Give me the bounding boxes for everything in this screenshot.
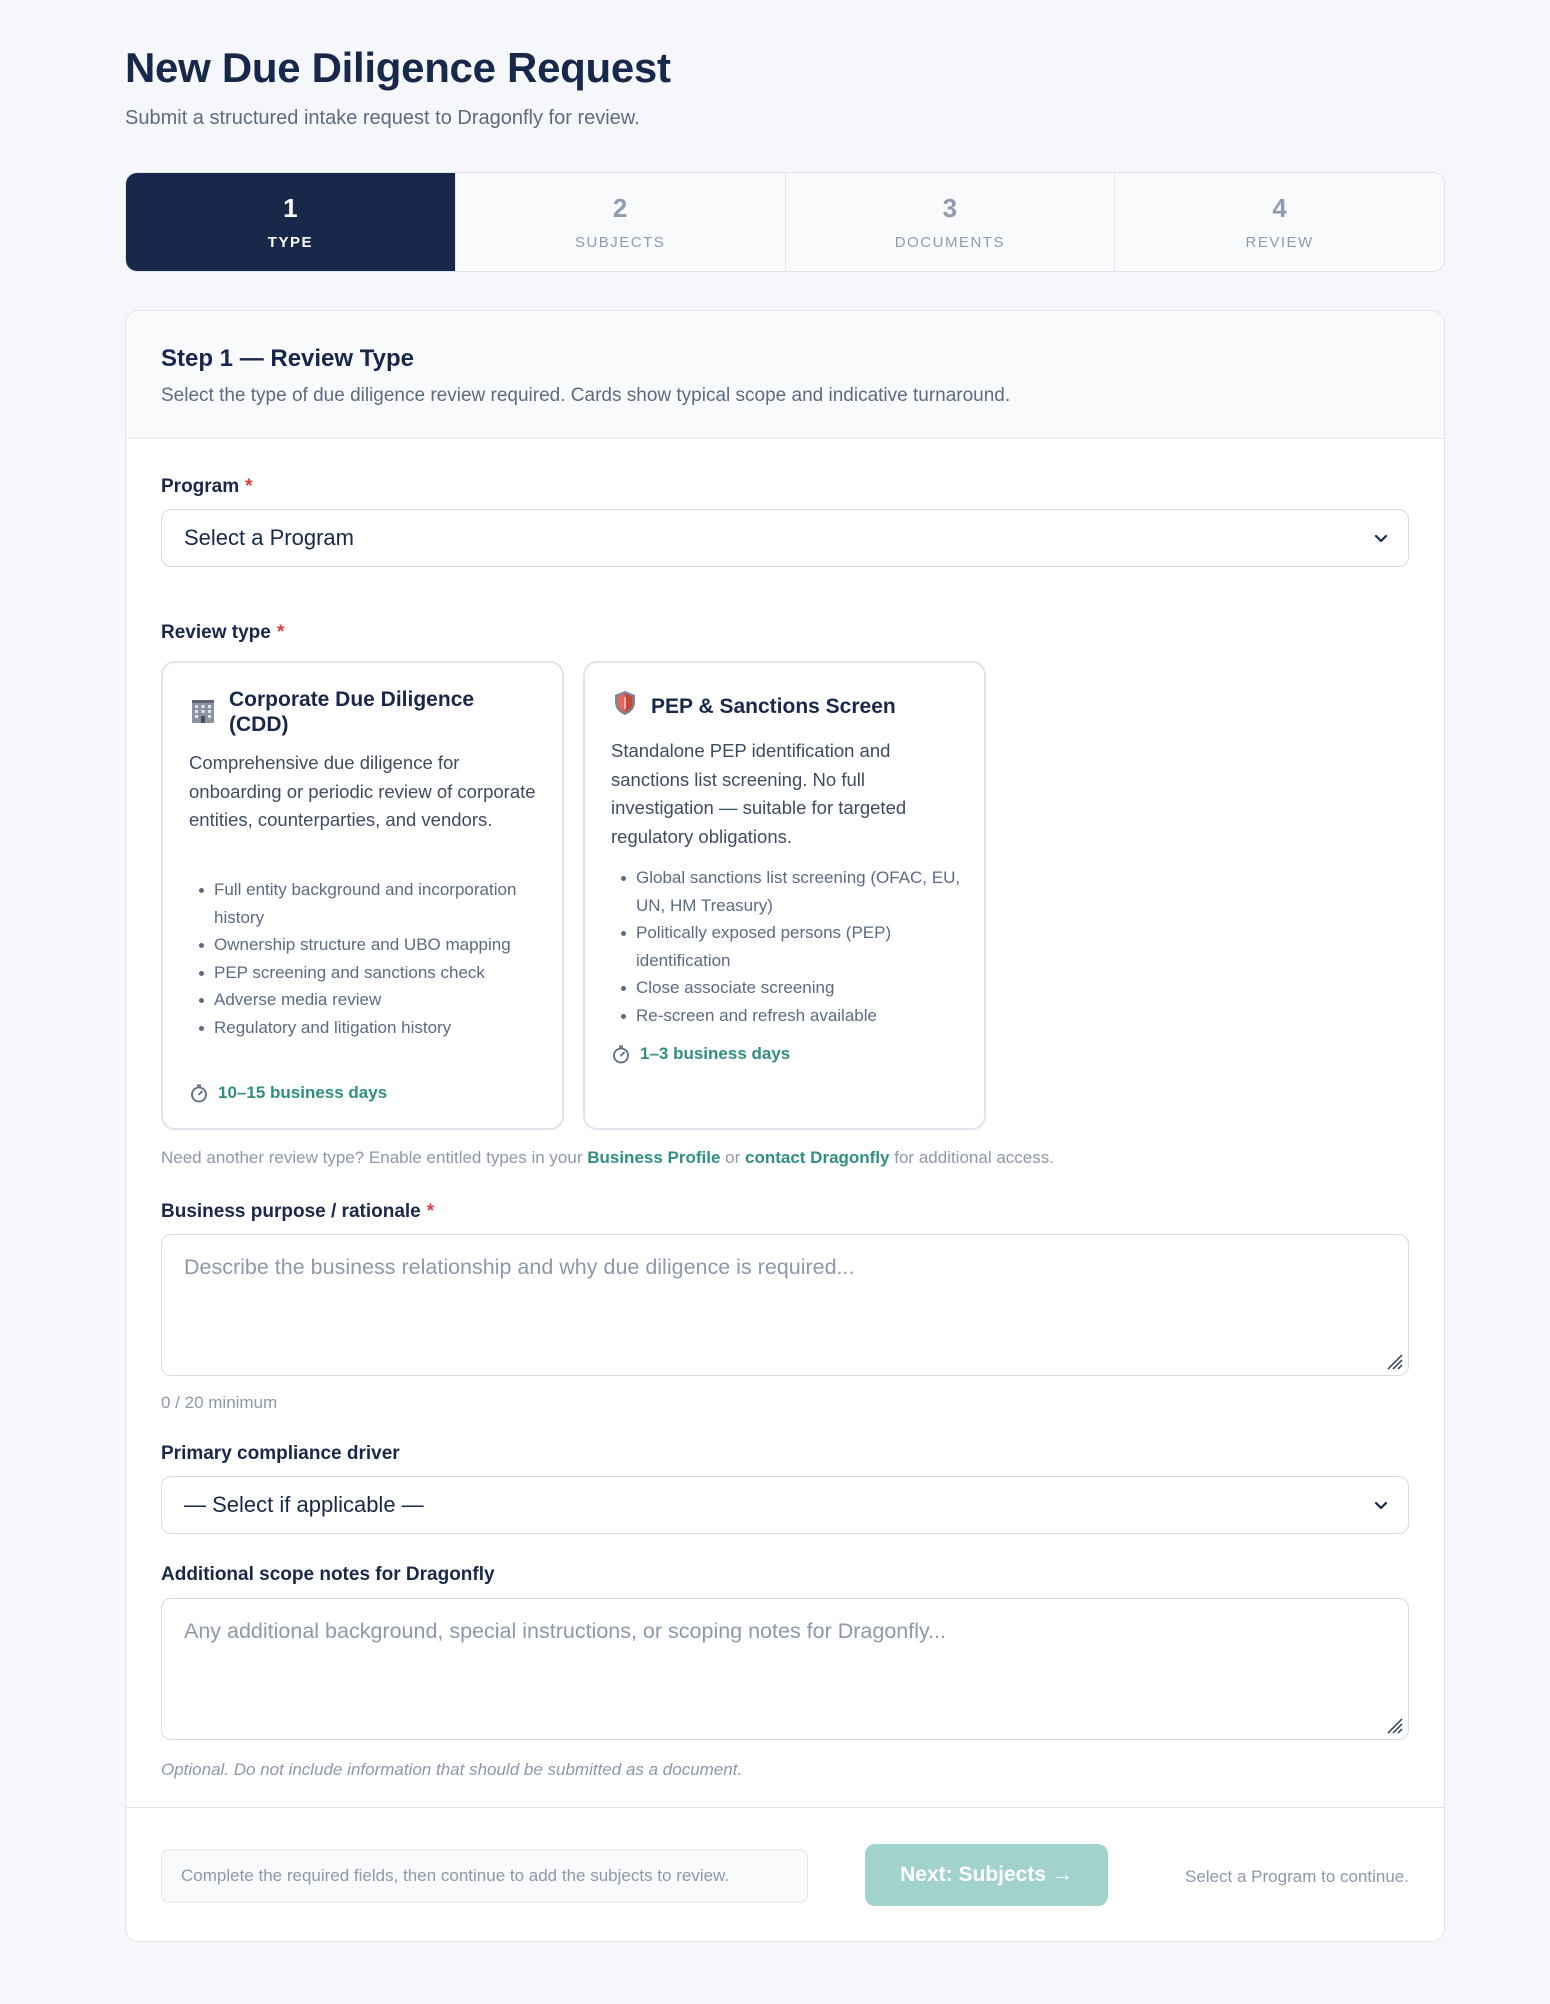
business-purpose-label: Business purpose / rationale * — [161, 1201, 434, 1223]
list-item: Adverse media review — [189, 986, 549, 1014]
step-label: SUBJECTS — [574, 234, 666, 251]
turnaround-text: 1–3 business days — [640, 1044, 791, 1063]
form-panel: Step 1 — Review Type Select the type of … — [125, 310, 1445, 1942]
card-title-line: (CDD) — [229, 713, 289, 736]
compliance-driver-select[interactable]: — Select if applicable — — [161, 1476, 1409, 1534]
step-label: TYPE — [267, 234, 313, 251]
page-subtitle: Submit a structured intake request to Dr… — [125, 107, 640, 129]
business-purpose-label-text: Business purpose / rationale — [161, 1201, 421, 1222]
step-type[interactable]: 1 TYPE — [126, 173, 456, 271]
step-review[interactable]: 4 REVIEW — [1115, 173, 1444, 271]
step-subjects[interactable]: 2 SUBJECTS — [456, 173, 786, 271]
required-mark: * — [426, 1201, 435, 1222]
list-item: Close associate screening — [611, 974, 971, 1002]
footer-divider — [126, 1807, 1444, 1808]
contact-dragonfly-link[interactable]: contact Dragonfly — [745, 1148, 890, 1167]
list-item: Regulatory and litigation history — [189, 1014, 549, 1042]
program-label: Program * — [161, 476, 253, 498]
help-text: or — [720, 1148, 745, 1167]
office-building-icon — [192, 700, 214, 723]
required-mark: * — [276, 622, 285, 643]
review-type-label: Review type * — [161, 622, 284, 644]
footer-hint: Select a Program to continue. — [1185, 1867, 1409, 1886]
next-subjects-button[interactable]: Next: Subjects → — [865, 1844, 1108, 1906]
step-documents[interactable]: 3 DOCUMENTS — [786, 173, 1116, 271]
panel-title: Step 1 — Review Type — [161, 345, 414, 372]
step-label: DOCUMENTS — [894, 234, 1005, 251]
shield-icon — [615, 691, 635, 715]
review-type-help: Need another review type? Enable entitle… — [161, 1148, 1054, 1168]
compliance-driver-label: Primary compliance driver — [161, 1443, 400, 1464]
step-number: 2 — [612, 193, 628, 223]
list-item: PEP screening and sanctions check — [189, 959, 549, 987]
help-text: for additional access. — [889, 1148, 1054, 1167]
step-number: 3 — [942, 193, 958, 223]
scope-notes-placeholder: Any additional background, special instr… — [184, 1619, 947, 1643]
card-description: Comprehensive due diligence for onboardi… — [189, 752, 536, 830]
program-label-text: Program — [161, 476, 240, 497]
card-feature-list: Full entity background and incorporation… — [189, 876, 549, 1041]
resize-handle-icon[interactable] — [1380, 1711, 1404, 1735]
panel-description: Select the type of due diligence review … — [161, 385, 1011, 406]
list-item: Re-screen and refresh available — [611, 1002, 971, 1030]
panel-header: Step 1 — Review Type Select the type of … — [126, 311, 1444, 439]
step-label: REVIEW — [1245, 234, 1314, 251]
chevron-down-icon — [1374, 1501, 1388, 1510]
card-turnaround: 10–15 business days — [189, 1083, 387, 1103]
business-purpose-textarea[interactable]: Describe the business relationship and w… — [161, 1234, 1409, 1376]
scope-notes-label: Additional scope notes for Dragonfly — [161, 1564, 495, 1585]
step-number: 1 — [283, 193, 298, 223]
help-text: Need another review type? Enable entitle… — [161, 1148, 588, 1167]
turnaround-text: 10–15 business days — [218, 1083, 388, 1102]
footer-note: Complete the required fields, then conti… — [161, 1849, 808, 1903]
card-description: Standalone PEP identification and sancti… — [611, 740, 907, 847]
stopwatch-icon — [613, 1045, 629, 1064]
list-item: Global sanctions list screening (OFAC, E… — [611, 864, 971, 919]
resize-handle-icon[interactable] — [1380, 1347, 1404, 1371]
compliance-driver-value: — Select if applicable — — [184, 1492, 424, 1517]
program-select[interactable]: Select a Program — [161, 509, 1409, 567]
review-type-card-cdd[interactable]: Corporate Due Diligence (CDD) Comprehens… — [161, 661, 564, 1130]
card-title: Corporate Due Diligence (CDD) — [229, 687, 474, 737]
required-mark: * — [245, 476, 253, 497]
list-item: Full entity background and incorporation… — [189, 876, 549, 931]
scope-notes-textarea[interactable]: Any additional background, special instr… — [161, 1598, 1409, 1740]
card-title: PEP & Sanctions Screen — [651, 695, 896, 718]
business-profile-link[interactable]: Business Profile — [587, 1148, 720, 1167]
stopwatch-icon — [191, 1084, 207, 1103]
card-title-line: Corporate Due Diligence — [229, 688, 475, 711]
business-purpose-placeholder: Describe the business relationship and w… — [184, 1255, 855, 1279]
list-item: Ownership structure and UBO mapping — [189, 931, 549, 959]
stepper: 1 TYPE 2 SUBJECTS 3 DOCUMENTS 4 REVIEW — [125, 172, 1445, 272]
card-turnaround: 1–3 business days — [611, 1044, 790, 1064]
review-type-label-text: Review type — [161, 622, 271, 643]
business-purpose-counter: 0 / 20 minimum — [161, 1393, 278, 1412]
page-title: New Due Diligence Request — [125, 44, 671, 91]
scope-notes-hint: Optional. Do not include information tha… — [161, 1760, 743, 1779]
list-item: Politically exposed persons (PEP) identi… — [611, 919, 971, 974]
program-select-value: Select a Program — [184, 525, 354, 550]
step-number: 4 — [1272, 193, 1287, 223]
chevron-down-icon — [1374, 534, 1388, 543]
review-type-card-pep-sanctions[interactable]: PEP & Sanctions Screen Standalone PEP id… — [583, 661, 986, 1130]
card-feature-list: Global sanctions list screening (OFAC, E… — [611, 864, 971, 1029]
